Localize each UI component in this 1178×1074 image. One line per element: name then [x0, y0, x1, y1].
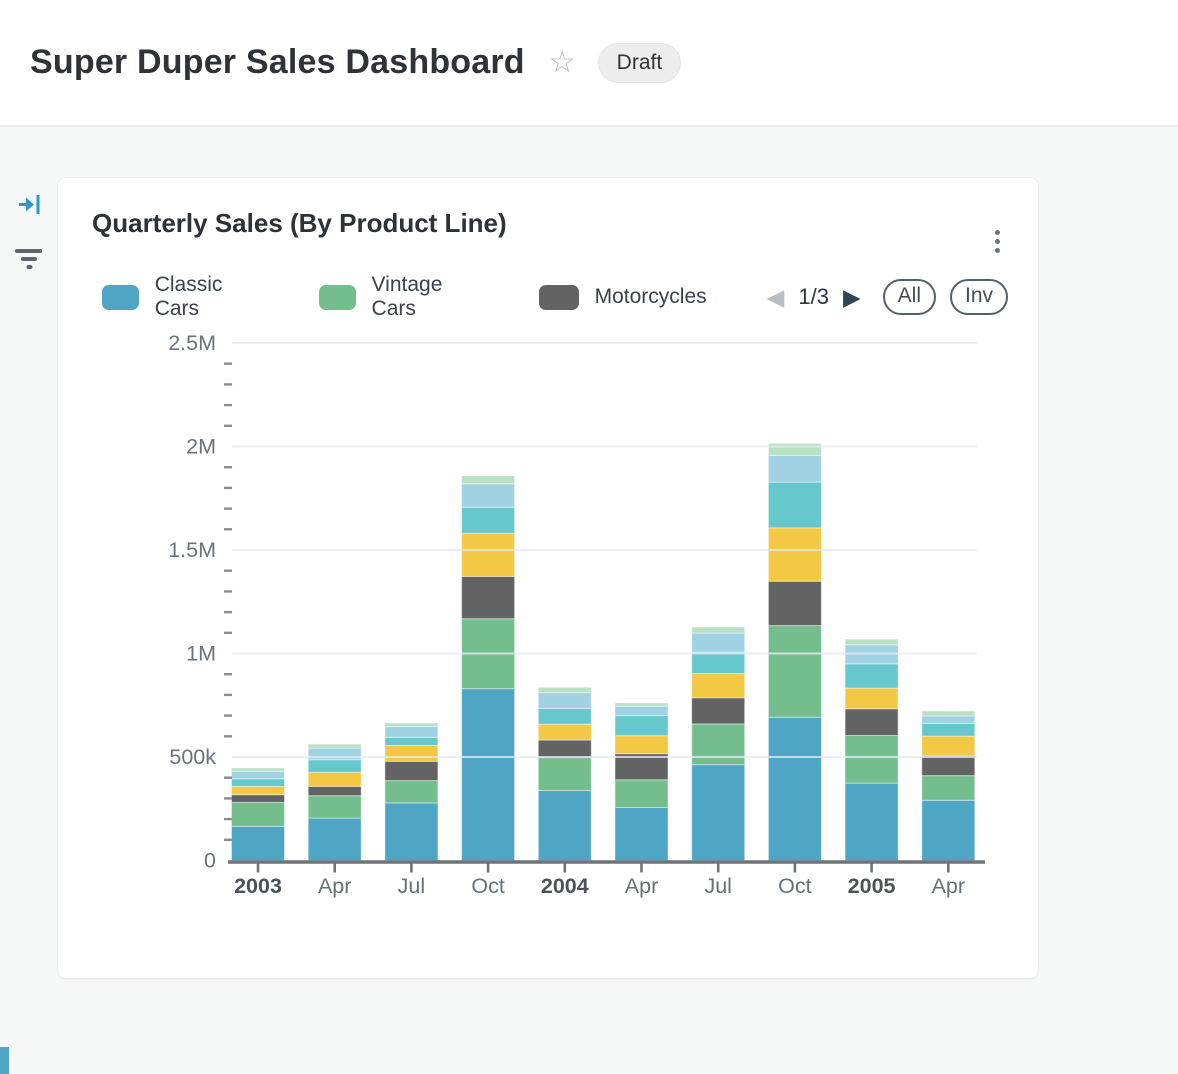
- legend-pager: ◀ 1/3 ▶: [767, 284, 861, 310]
- legend-item-classic-cars[interactable]: Classic Cars: [102, 273, 263, 321]
- chart-card-title: Quarterly Sales (By Product Line): [92, 208, 507, 239]
- svg-text:2003: 2003: [234, 874, 282, 898]
- svg-text:Apr: Apr: [932, 874, 965, 898]
- svg-text:2M: 2M: [186, 435, 216, 459]
- svg-text:2004: 2004: [541, 874, 589, 898]
- partially-visible-widget-edge: [0, 1047, 9, 1074]
- svg-text:1M: 1M: [186, 642, 216, 666]
- legend-and-controls: Classic Cars Vintage Cars Motorcycles ◀ …: [102, 280, 1008, 314]
- svg-text:Oct: Oct: [471, 874, 504, 898]
- legend-page-indicator: 1/3: [798, 284, 829, 310]
- filter-icon[interactable]: [14, 246, 44, 277]
- favorite-star-icon[interactable]: ☆: [549, 48, 576, 78]
- svg-text:Apr: Apr: [318, 874, 351, 898]
- svg-text:2005: 2005: [848, 874, 896, 898]
- svg-text:Jul: Jul: [704, 874, 731, 898]
- page-title: Super Duper Sales Dashboard: [30, 43, 525, 82]
- kebab-menu-icon[interactable]: [991, 222, 1004, 261]
- legend-swatch: [102, 285, 139, 310]
- legend-prev-page-icon[interactable]: ◀: [767, 286, 785, 309]
- app-header: Super Duper Sales Dashboard ☆ Draft: [0, 0, 1178, 127]
- svg-text:1.5M: 1.5M: [168, 538, 216, 562]
- legend-item-motorcycles[interactable]: Motorcycles: [539, 285, 707, 310]
- status-badge: Draft: [598, 43, 682, 83]
- legend-next-page-icon[interactable]: ▶: [843, 286, 861, 309]
- legend-select-all-button[interactable]: All: [883, 279, 936, 315]
- svg-text:2.5M: 2.5M: [168, 331, 216, 355]
- legend-item-vintage-cars[interactable]: Vintage Cars: [319, 273, 483, 321]
- chart-card: Quarterly Sales (By Product Line) Classi…: [58, 178, 1038, 978]
- legend-swatch: [319, 285, 356, 310]
- svg-text:Apr: Apr: [625, 874, 658, 898]
- svg-text:0: 0: [204, 849, 216, 873]
- svg-text:Oct: Oct: [778, 874, 811, 898]
- collapse-panel-icon[interactable]: [16, 191, 43, 223]
- legend-invert-button[interactable]: Inv: [950, 279, 1008, 315]
- svg-text:Jul: Jul: [398, 874, 425, 898]
- legend-swatch: [539, 285, 579, 310]
- svg-text:500k: 500k: [169, 745, 216, 769]
- stacked-bar-chart[interactable]: 0 500k 1M 1.5M 2M 2.5M 2003 Apr Jul Oct 2004 Apr Jul…: [140, 328, 990, 948]
